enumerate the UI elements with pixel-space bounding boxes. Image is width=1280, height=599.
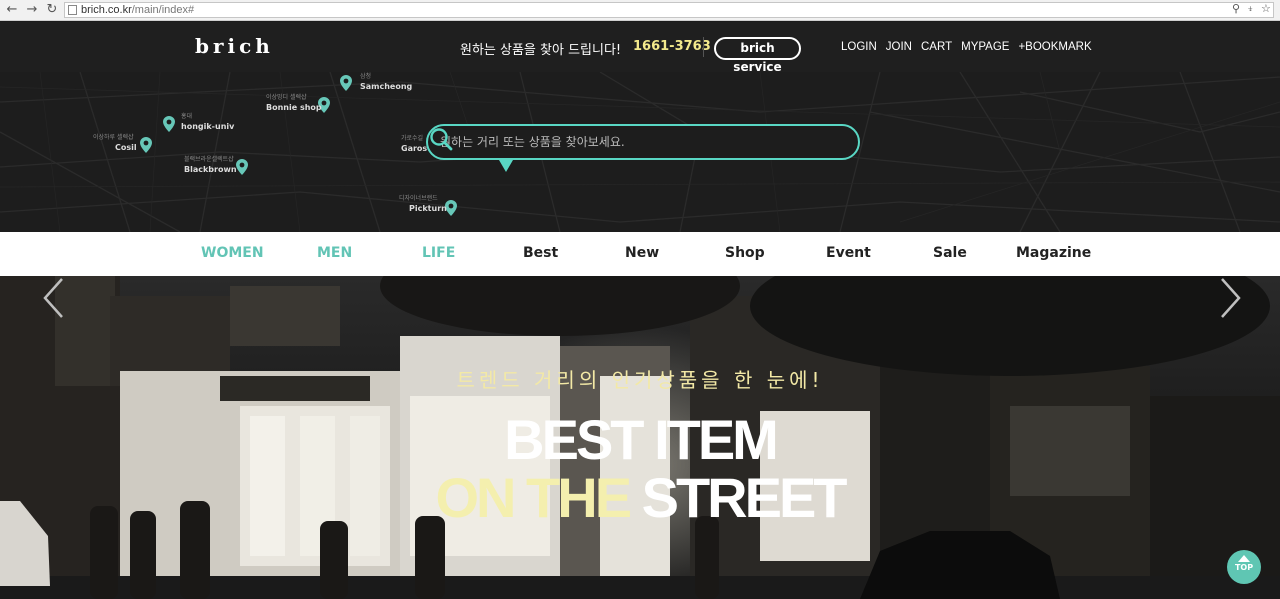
banner-headline-white: STREET — [629, 466, 848, 529]
header-phone: 1661-3763 — [633, 39, 711, 54]
address-bar[interactable]: brich.co.kr/main/index# — [64, 2, 1274, 18]
banner-headline-1: BEST ITEM — [504, 408, 779, 471]
header-divider — [703, 37, 704, 57]
cart-link[interactable]: CART — [921, 41, 952, 53]
nav-women[interactable]: WOMEN — [201, 245, 264, 261]
pin-label-samcheong: 삼청 Samcheong — [360, 73, 413, 91]
banner-headline-yellow: ON THE — [435, 466, 632, 529]
pin-label-cosil: 이상하루 셀렉샵 Cosil — [93, 134, 137, 152]
nav-life[interactable]: LIFE — [422, 245, 455, 261]
street-map: 삼청 Samcheong 이상밍디 셀렉샵 Bonnie shop 홍대 hongik… — [0, 72, 1280, 232]
star-icon[interactable]: ☆ — [1261, 2, 1271, 15]
nav-best[interactable]: Best — [523, 245, 558, 261]
scroll-top-button[interactable]: TOP — [1227, 550, 1261, 584]
map-pin-icon[interactable] — [236, 159, 248, 175]
nav-new[interactable]: New — [625, 245, 659, 261]
reload-icon[interactable]: ↻ — [44, 2, 60, 18]
bookmark-link[interactable]: +BOOKMARK — [1018, 41, 1091, 53]
pin-label-hongik: 홍대 hongik-univ — [181, 113, 235, 131]
pin-label-bonnie: 이상밍디 셀렉샵 Bonnie shop — [266, 94, 322, 112]
category-nav: WOMEN MEN LIFE Best New Shop Event Sale … — [0, 232, 1280, 276]
map-pin-icon[interactable] — [340, 75, 352, 91]
nav-magazine[interactable]: Magazine — [1016, 245, 1091, 261]
pin-icon[interactable]: ⍖ — [1247, 2, 1254, 16]
zoom-icon[interactable]: ⚲ — [1232, 2, 1240, 15]
map-pin-icon[interactable] — [163, 116, 175, 132]
hero-banner: 트렌드 거리의 인기상품을 한 눈에! BEST ITEM ON THE STR… — [0, 276, 1280, 599]
banner-headline-2: ON THE STREET — [0, 469, 1280, 527]
mypage-link[interactable]: MYPAGE — [961, 41, 1009, 53]
nav-sale[interactable]: Sale — [933, 245, 967, 261]
pin-label-pickturn: 디자이너브랜드 Pickturn — [399, 195, 447, 213]
search-pointer — [499, 160, 513, 172]
url-path: /main/index# — [131, 4, 195, 16]
join-link[interactable]: JOIN — [886, 41, 912, 53]
url-host: brich.co.kr — [81, 4, 132, 16]
header-tagline: 원하는 상품을 찾아 드립니다! — [460, 43, 622, 58]
nav-men[interactable]: MEN — [317, 245, 352, 261]
next-arrow-icon[interactable] — [1216, 276, 1244, 320]
map-pin-icon[interactable] — [140, 137, 152, 153]
browser-toolbar: ← → ↻ brich.co.kr/main/index# ⚲ ⍖ ☆ — [0, 0, 1280, 21]
top-label: TOP — [1234, 563, 1254, 572]
search-input[interactable] — [440, 132, 820, 152]
back-icon[interactable]: ← — [4, 2, 20, 18]
nav-event[interactable]: Event — [826, 245, 871, 261]
banner-subtitle: 트렌드 거리의 인기상품을 한 눈에! — [456, 368, 824, 392]
login-link[interactable]: LOGIN — [841, 41, 877, 53]
page-icon — [68, 5, 77, 15]
forward-icon[interactable]: → — [24, 2, 40, 18]
brich-service-button[interactable]: brich service — [714, 37, 801, 74]
pin-label-blackbrown: 블랙브라운셀렉트샵 Blackbrown — [184, 156, 237, 174]
arrow-up-icon — [1238, 555, 1250, 562]
prev-arrow-icon[interactable] — [40, 276, 68, 320]
utility-links: LOGIN JOIN CART MYPAGE +BOOKMARK — [841, 41, 1092, 53]
search-box — [426, 124, 860, 160]
site-header: brich 원하는 상품을 찾아 드립니다! 1661-3763 brich s… — [0, 22, 1280, 74]
search-icon[interactable] — [428, 126, 454, 152]
brich-logo[interactable]: brich — [195, 34, 274, 58]
nav-shop[interactable]: Shop — [725, 245, 765, 261]
